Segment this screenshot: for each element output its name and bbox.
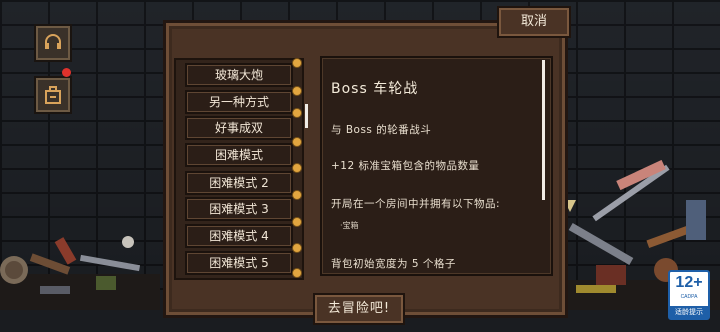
list-pin-icon (292, 108, 302, 118)
list-pin-icon (292, 217, 302, 227)
notification-dot (62, 68, 71, 77)
challenge-desc-line: 开局在一个房间中并拥有以下物品: (331, 198, 501, 210)
challenge-item-double-good[interactable]: 好事成双 (185, 116, 293, 140)
list-pin-icon (292, 190, 302, 200)
challenge-item-hard-mode-5[interactable]: 困难模式 5 (185, 251, 293, 275)
list-pin-icon (292, 86, 302, 96)
challenge-item-hard-mode-3[interactable]: 困难模式 3 (185, 197, 293, 221)
challenge-item-another-way[interactable]: 另一种方式 (185, 90, 293, 114)
inventory-bag-icon (45, 86, 61, 104)
challenge-detail-panel: Boss 车轮战 与 Boss 的轮番战斗 +12 标准宝箱包含的物品数量 开局… (320, 56, 553, 276)
list-pin-icon (292, 268, 302, 278)
challenge-list-scrollbar[interactable] (305, 104, 308, 128)
cancel-button[interactable]: 取消 (497, 6, 571, 38)
list-pin-icon (292, 243, 302, 253)
headset-icon (45, 34, 61, 49)
start-adventure-button[interactable]: 去冒险吧! (313, 293, 405, 325)
challenge-desc-line: +12 标准宝箱包含的物品数量 (331, 160, 480, 172)
debris-pile-left (0, 236, 160, 310)
list-pin-icon (292, 137, 302, 147)
age-rating-note: 适龄提示 (670, 306, 708, 318)
headset-button[interactable] (34, 24, 72, 62)
challenge-desc-line: 与 Boss 的轮番战斗 (331, 124, 432, 136)
age-rating-org: CADPA (680, 294, 698, 300)
age-rating-badge: 12+ CADPA 适龄提示 (668, 270, 710, 320)
challenge-item-hard-mode[interactable]: 困难模式 (185, 143, 293, 167)
list-pin-icon (292, 58, 302, 68)
age-rating-number: 12+ (675, 274, 703, 291)
challenge-item-hard-mode-2[interactable]: 困难模式 2 (185, 171, 293, 195)
list-pin-icon (292, 163, 302, 173)
challenge-item-glass-cannon[interactable]: 玻璃大炮 (185, 63, 293, 87)
challenge-item-hard-mode-4[interactable]: 困难模式 4 (185, 224, 293, 248)
inventory-button[interactable] (34, 76, 72, 114)
challenge-title: Boss 车轮战 (331, 81, 419, 97)
challenge-desc-subitem: ·宝箱 (340, 221, 359, 230)
detail-scrollbar[interactable] (542, 60, 545, 200)
challenge-list: 玻璃大炮 另一种方式 好事成双 困难模式 困难模式 2 困难模式 3 困难模式 … (174, 58, 304, 280)
challenge-desc-line: 背包初始宽度为 5 个格子 (331, 258, 456, 270)
